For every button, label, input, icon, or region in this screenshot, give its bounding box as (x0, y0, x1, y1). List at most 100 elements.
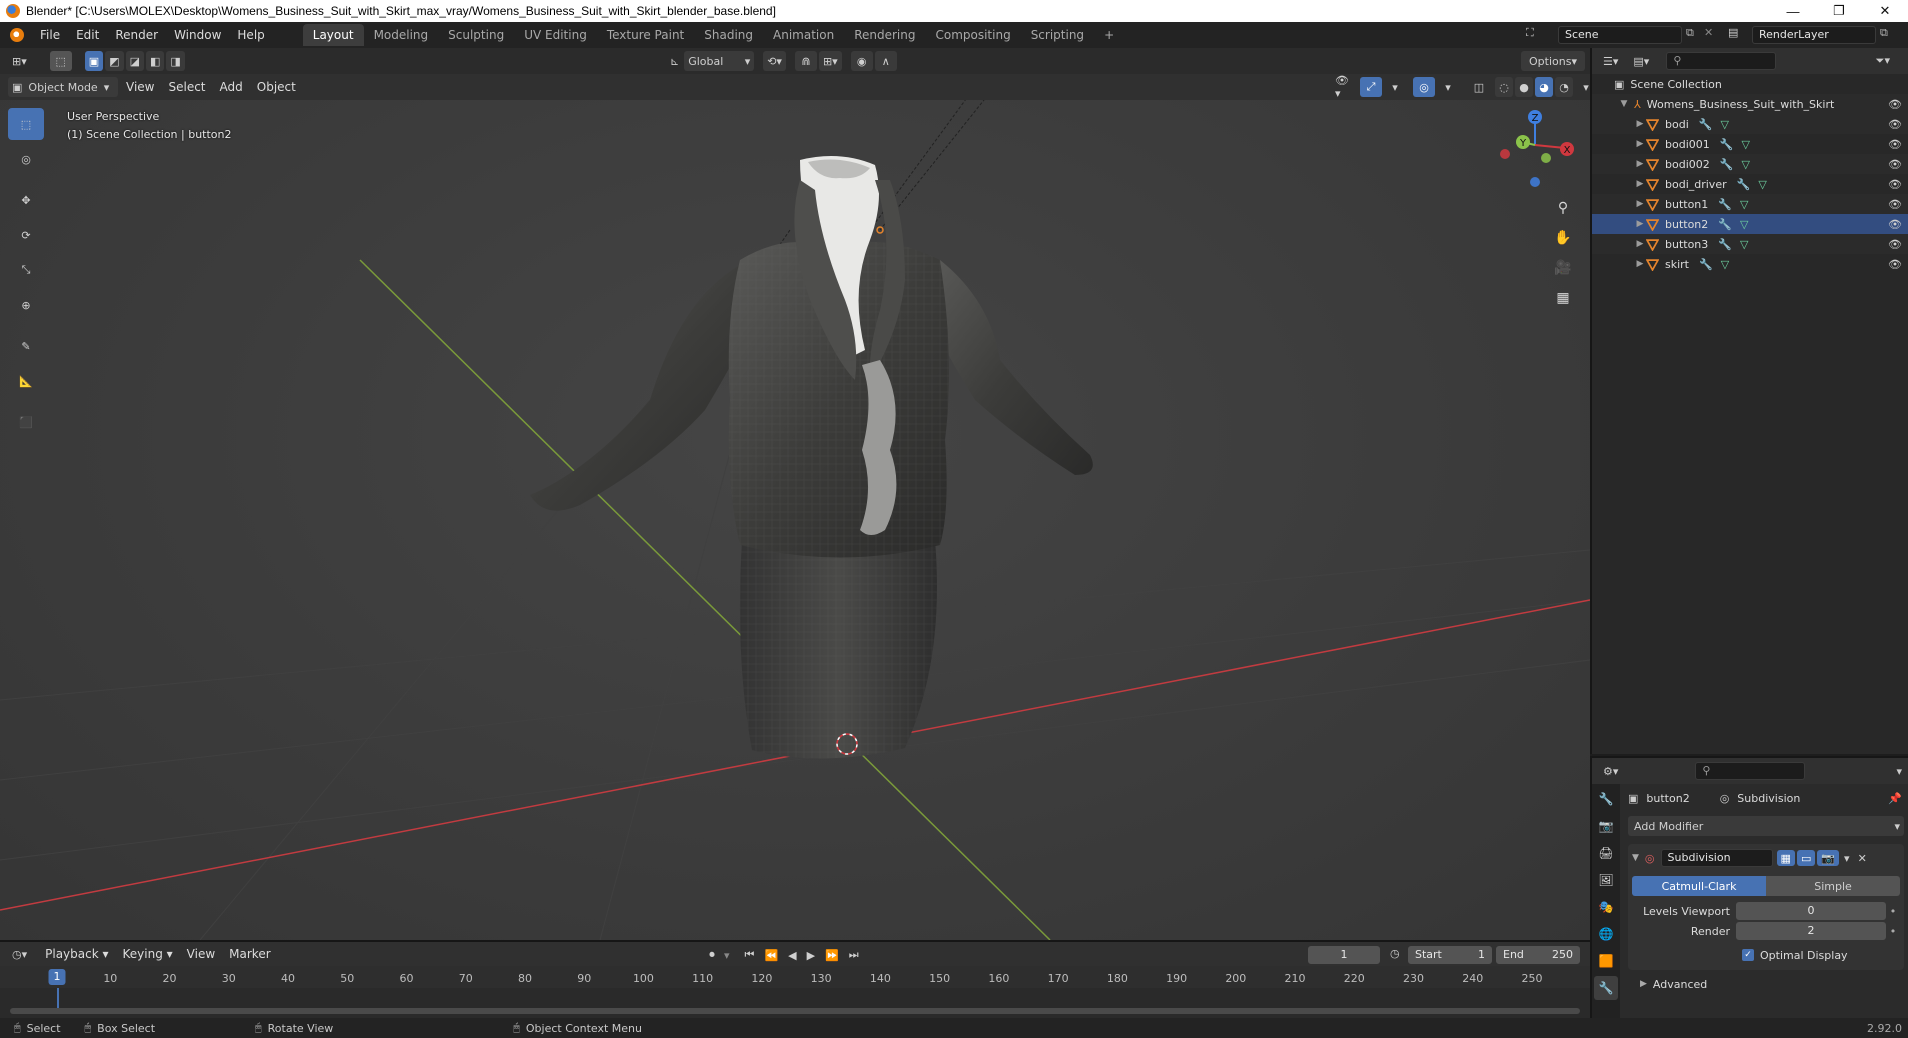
3d-viewport[interactable]: User Perspective (1) Scene Collection | … (0, 100, 1590, 940)
modifier-wrench-icon[interactable]: 🔧 (1699, 118, 1713, 131)
select-mode-intersect-icon[interactable]: ◨ (166, 51, 185, 71)
render-levels-field[interactable]: 2 (1736, 922, 1886, 940)
catmull-clark-button[interactable]: Catmull-Clark (1632, 876, 1766, 896)
expand-triangle-icon[interactable]: ▶ (1634, 159, 1646, 169)
restore-button[interactable]: ❐ (1816, 0, 1862, 22)
navigation-gizmo[interactable]: Z X Y (1490, 100, 1580, 190)
visibility-eye-icon[interactable]: 👁 (1888, 118, 1902, 131)
shading-wireframe-icon[interactable]: ◌ (1495, 77, 1513, 97)
vertex-groups-icon[interactable]: ▽ (1720, 118, 1728, 131)
optimal-display-checkbox[interactable]: ✓ (1742, 949, 1754, 961)
render-toggle-icon[interactable]: 📷 (1817, 850, 1840, 866)
timeline-area[interactable]: 1 10 20 30 40 50 60 70 80 90 100 110 120 130 140 150 160… (0, 966, 1590, 1018)
cursor-tool-icon[interactable]: ◎ (8, 143, 44, 175)
expand-triangle-icon[interactable]: ▶ (1634, 119, 1646, 129)
add-workspace-button[interactable]: + (1094, 24, 1124, 46)
frame-ruler[interactable]: 1 10 20 30 40 50 60 70 80 90 100 110 120 130 140 150 160… (0, 966, 1590, 988)
tab-rendering[interactable]: Rendering (844, 24, 925, 46)
tab-animation[interactable]: Animation (763, 24, 844, 46)
move-tool-icon[interactable]: ✥ (8, 184, 44, 216)
visibility-eye-icon[interactable]: 👁 (1888, 138, 1902, 151)
transform-tool-icon[interactable]: ⊕ (8, 289, 44, 321)
expand-triangle-icon[interactable]: ▶ (1634, 139, 1646, 149)
scene-selector[interactable]: Scene (1558, 26, 1682, 44)
tab-modeling[interactable]: Modeling (364, 24, 439, 46)
tool-tab-icon[interactable]: 🔧 (1594, 787, 1618, 811)
visibility-eye-icon[interactable]: 👁 (1888, 198, 1902, 211)
tab-sculpting[interactable]: Sculpting (438, 24, 514, 46)
gizmo-neg-x[interactable] (1500, 149, 1510, 159)
proportional-falloff-icon[interactable]: ∧ (874, 51, 897, 71)
visibility-eye-icon[interactable]: 👁 (1888, 218, 1902, 231)
output-tab-icon[interactable]: 🖨 (1594, 841, 1618, 865)
modifier-wrench-icon[interactable]: 🔧 (1720, 158, 1734, 171)
scale-tool-icon[interactable]: ⤡ (8, 254, 44, 286)
visibility-icon[interactable]: 👁▾ (1331, 74, 1353, 100)
minimize-button[interactable]: — (1770, 0, 1816, 22)
outliner-object-row[interactable]: ▶ bodi002 🔧 ▽ 👁 (1592, 154, 1908, 174)
tab-shading[interactable]: Shading (694, 24, 763, 46)
tab-compositing[interactable]: Compositing (925, 24, 1020, 46)
camera-view-icon[interactable]: 🎥 (1550, 255, 1576, 281)
edit-mode-toggle-icon[interactable]: ▦ (1776, 850, 1795, 866)
close-window-button[interactable]: ✕ (1862, 0, 1908, 22)
play-reverse-icon[interactable]: ◀ (784, 945, 800, 965)
auto-keying-icon[interactable]: ⏺ (701, 945, 723, 965)
pivot-point-icon[interactable]: ⟲▾ (763, 51, 786, 71)
ortho-toggle-icon[interactable]: ▦ (1550, 285, 1576, 311)
expand-triangle-icon[interactable]: ▶ (1640, 979, 1647, 989)
play-icon[interactable]: ▶ (803, 945, 819, 965)
properties-editor-type-icon[interactable]: ⚙▾ (1599, 761, 1622, 781)
remove-modifier-icon[interactable]: ✕ (1858, 852, 1867, 865)
timeline-menu-marker[interactable]: Marker (222, 942, 277, 966)
outliner-collection-row[interactable]: ▼ ⅄ Womens_Business_Suit_with_Skirt 👁 (1592, 94, 1908, 114)
transform-orientation-dropdown[interactable]: Global ▾ (684, 51, 755, 71)
outliner-object-row[interactable]: ▶ bodi_driver 🔧 ▽ 👁 (1592, 174, 1908, 194)
visibility-eye-icon[interactable]: 👁 (1888, 178, 1902, 191)
expand-triangle-icon[interactable]: ▶ (1634, 259, 1646, 269)
expand-triangle-icon[interactable]: ▼ (1618, 99, 1630, 109)
timeline-editor-type-icon[interactable]: ◷▾ (8, 944, 31, 964)
blender-menu-icon[interactable] (10, 28, 24, 42)
snap-target-icon[interactable]: ⊞▾ (818, 51, 842, 71)
collapse-triangle-icon[interactable]: ▼ (1632, 853, 1639, 863)
viewport-toggle-icon[interactable]: ▭ (1796, 850, 1816, 866)
modifier-wrench-icon[interactable]: 🔧 (1720, 138, 1734, 151)
world-tab-icon[interactable]: 🌐 (1594, 922, 1618, 946)
options-dropdown[interactable]: Options ▾ (1521, 51, 1585, 71)
modifier-tab-icon[interactable]: 🔧 (1594, 976, 1618, 1000)
prev-keyframe-icon[interactable]: ⏪ (760, 945, 782, 965)
tab-scripting[interactable]: Scripting (1021, 24, 1094, 46)
jump-end-icon[interactable]: ⏭ (845, 945, 863, 965)
vertex-groups-icon[interactable]: ▽ (1740, 218, 1748, 231)
select-mode-subtract-icon[interactable]: ◪ (125, 51, 144, 71)
add-cube-tool-icon[interactable]: ⬛ (8, 406, 44, 438)
scene-tab-icon[interactable]: 🎭 (1594, 895, 1618, 919)
select-mode-new-icon[interactable]: ▣ (84, 51, 104, 71)
overlays-toggle-icon[interactable]: ◎ (1413, 77, 1435, 97)
annotate-tool-icon[interactable]: ✎ (8, 330, 44, 362)
new-scene-icon[interactable]: ⧉ (1686, 26, 1694, 40)
preview-range-icon[interactable]: ◷ (1390, 947, 1400, 960)
object-tab-icon[interactable]: 🟧 (1594, 949, 1618, 973)
shading-solid-icon[interactable]: ● (1515, 77, 1533, 97)
levels-viewport-field[interactable]: 0 (1736, 902, 1886, 920)
editor-type-icon[interactable]: ⊞▾ (8, 51, 31, 71)
viewport-menu-add[interactable]: Add (213, 75, 250, 99)
expand-triangle-icon[interactable]: ▶ (1634, 219, 1646, 229)
vertex-groups-icon[interactable]: ▽ (1740, 238, 1748, 251)
left-sleeve-mesh[interactable] (530, 265, 760, 511)
outliner-object-row[interactable]: ▶ button1 🔧 ▽ 👁 (1592, 194, 1908, 214)
timeline-menu-playback[interactable]: Playback ▾ (38, 942, 115, 966)
measure-tool-icon[interactable]: 📐 (8, 365, 44, 397)
select-mode-invert-icon[interactable]: ◧ (145, 51, 165, 71)
mode-dropdown[interactable]: ▣ Object Mode ▾ (8, 77, 118, 97)
expand-triangle-icon[interactable]: ▶ (1634, 199, 1646, 209)
viewport-menu-view[interactable]: View (119, 75, 161, 99)
modifier-wrench-icon[interactable]: 🔧 (1718, 238, 1732, 251)
outliner-scene-collection[interactable]: ▣ Scene Collection (1592, 74, 1908, 94)
next-keyframe-icon[interactable]: ⏩ (821, 945, 843, 965)
gizmo-neg-y[interactable] (1541, 153, 1551, 163)
select-mode-extend-icon[interactable]: ◩ (105, 51, 124, 71)
outliner-object-row[interactable]: ▶ button2 🔧 ▽ 👁 (1592, 214, 1908, 234)
